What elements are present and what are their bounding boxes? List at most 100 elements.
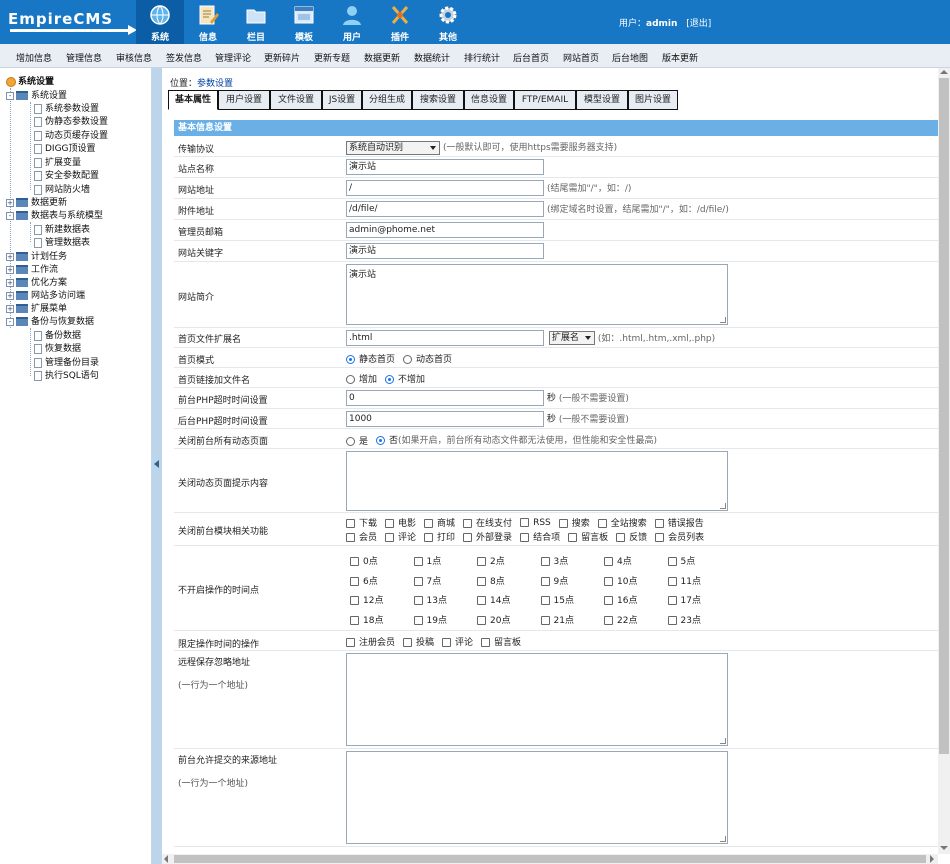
- site-name-input[interactable]: 演示站: [346, 159, 544, 175]
- subnav-item[interactable]: 版本更新: [662, 51, 698, 64]
- tree-group[interactable]: + 数据更新: [6, 195, 67, 208]
- checkbox[interactable]: [667, 557, 677, 566]
- module-checkbox[interactable]: 商城: [424, 516, 455, 529]
- checkbox[interactable]: [477, 557, 486, 566]
- checkbox[interactable]: [442, 638, 452, 647]
- limit-op-checkbox[interactable]: 留言板: [481, 635, 521, 648]
- tab-file[interactable]: 文件设置: [270, 90, 322, 110]
- checkbox[interactable]: [481, 638, 491, 647]
- hour-checkbox[interactable]: 2点: [477, 554, 505, 567]
- scroll-left-arrow-icon[interactable]: [164, 855, 168, 863]
- hour-checkbox[interactable]: 13点: [413, 593, 447, 606]
- hour-checkbox[interactable]: 3点: [540, 554, 568, 567]
- checkbox[interactable]: [350, 576, 359, 586]
- scroll-right-arrow-icon[interactable]: [930, 855, 934, 863]
- nav-system[interactable]: 系统: [136, 0, 184, 44]
- checkbox[interactable]: [540, 596, 550, 605]
- checkbox[interactable]: [604, 557, 613, 566]
- tree-item[interactable]: 安全参数配置: [34, 168, 99, 181]
- subnav-item[interactable]: 后台首页: [513, 51, 549, 64]
- ext-select[interactable]: 扩展名: [548, 331, 595, 345]
- hour-checkbox[interactable]: 7点: [413, 574, 441, 587]
- checkbox[interactable]: [520, 517, 530, 527]
- nav-other[interactable]: 其他: [424, 0, 472, 44]
- admin-email-input[interactable]: admin@phome.net: [346, 222, 544, 238]
- hour-checkbox[interactable]: 5点: [667, 554, 695, 567]
- intro-textarea[interactable]: 演示站: [346, 264, 728, 325]
- tree-group[interactable]: + 网站多访问端: [6, 288, 85, 301]
- tab-info[interactable]: 信息设置: [464, 90, 514, 110]
- panel-splitter[interactable]: [152, 68, 162, 864]
- hour-checkbox[interactable]: 6点: [350, 574, 378, 587]
- hour-checkbox[interactable]: 1点: [413, 554, 441, 567]
- hour-checkbox[interactable]: 9点: [540, 574, 568, 587]
- subnav-item[interactable]: 网站首页: [563, 51, 599, 64]
- checkbox[interactable]: [520, 533, 530, 542]
- checkbox[interactable]: [463, 519, 473, 528]
- hour-checkbox[interactable]: 12点: [350, 593, 383, 606]
- checkbox[interactable]: [403, 638, 413, 647]
- checkbox[interactable]: [424, 519, 434, 528]
- checkbox[interactable]: [667, 615, 677, 625]
- checkbox[interactable]: [667, 576, 677, 586]
- subnav-item[interactable]: 数据更新: [364, 51, 400, 64]
- module-checkbox[interactable]: 反馈: [616, 530, 647, 543]
- attach-url-input[interactable]: /d/file/: [346, 201, 544, 217]
- module-checkbox[interactable]: 错误报告: [654, 516, 704, 529]
- hour-checkbox[interactable]: 23点: [667, 613, 701, 626]
- collapse-left-arrow-icon[interactable]: [154, 460, 159, 468]
- expand-icon[interactable]: +: [6, 291, 14, 300]
- module-checkbox[interactable]: 在线支付: [463, 516, 512, 529]
- tree-item[interactable]: 网站防火墙: [34, 182, 90, 195]
- hour-checkbox[interactable]: 21点: [540, 613, 574, 626]
- tree-group-system[interactable]: - 系统设置: [6, 88, 67, 101]
- module-checkbox[interactable]: 会员: [346, 530, 377, 543]
- tab-group[interactable]: 分组生成: [362, 90, 412, 110]
- scroll-down-arrow-icon[interactable]: [940, 846, 948, 850]
- checkbox[interactable]: [540, 576, 550, 586]
- horizontal-scrollbar[interactable]: [162, 854, 938, 864]
- checkbox[interactable]: [655, 533, 665, 542]
- tree-item[interactable]: 扩展变量: [34, 155, 81, 168]
- checkbox[interactable]: [413, 576, 423, 586]
- vertical-scrollbar[interactable]: [938, 68, 950, 854]
- back-timeout-input[interactable]: 1000: [346, 411, 544, 427]
- hour-checkbox[interactable]: 16点: [604, 593, 637, 606]
- subnav-item[interactable]: 管理评论: [215, 51, 251, 64]
- site-url-input[interactable]: /: [346, 180, 544, 196]
- tree-group[interactable]: + 扩展菜单: [6, 301, 67, 314]
- expand-icon[interactable]: +: [6, 304, 14, 313]
- hour-checkbox[interactable]: 19点: [413, 613, 447, 626]
- expand-icon[interactable]: +: [6, 265, 14, 274]
- subnav-item[interactable]: 更新专题: [314, 51, 350, 64]
- limit-op-checkbox[interactable]: 注册会员: [346, 635, 395, 648]
- checkbox[interactable]: [654, 519, 664, 528]
- checkbox[interactable]: [350, 596, 359, 605]
- nav-template[interactable]: 模板: [280, 0, 328, 44]
- hour-checkbox[interactable]: 17点: [667, 593, 701, 606]
- limit-op-checkbox[interactable]: 评论: [442, 635, 473, 648]
- hour-checkbox[interactable]: 18点: [350, 613, 383, 626]
- nav-plugins[interactable]: 插件: [376, 0, 424, 44]
- add-filename-radio[interactable]: [346, 375, 355, 384]
- subnav-item[interactable]: 签发信息: [166, 51, 202, 64]
- checkbox[interactable]: [477, 596, 486, 605]
- checkbox[interactable]: [346, 533, 355, 542]
- hour-checkbox[interactable]: 8点: [477, 574, 505, 587]
- module-checkbox[interactable]: 下载: [346, 516, 377, 529]
- tree-group[interactable]: + 优化方案: [6, 275, 67, 288]
- module-checkbox[interactable]: 全站搜索: [597, 516, 647, 529]
- checkbox[interactable]: [616, 533, 626, 542]
- tab-basic[interactable]: 基本属性: [168, 90, 218, 110]
- checkbox[interactable]: [385, 533, 395, 542]
- subnav-item[interactable]: 增加信息: [16, 51, 52, 64]
- tab-image[interactable]: 图片设置: [628, 90, 678, 110]
- hour-checkbox[interactable]: 14点: [477, 593, 510, 606]
- tree-item[interactable]: 系统参数设置: [34, 101, 99, 114]
- front-timeout-input[interactable]: 0: [346, 390, 544, 406]
- subnav-item[interactable]: 管理信息: [66, 51, 102, 64]
- close-no-radio[interactable]: [376, 436, 386, 445]
- subnav-item[interactable]: 更新碎片: [264, 51, 300, 64]
- tree-item[interactable]: 新建数据表: [34, 222, 90, 235]
- hour-checkbox[interactable]: 22点: [604, 613, 637, 626]
